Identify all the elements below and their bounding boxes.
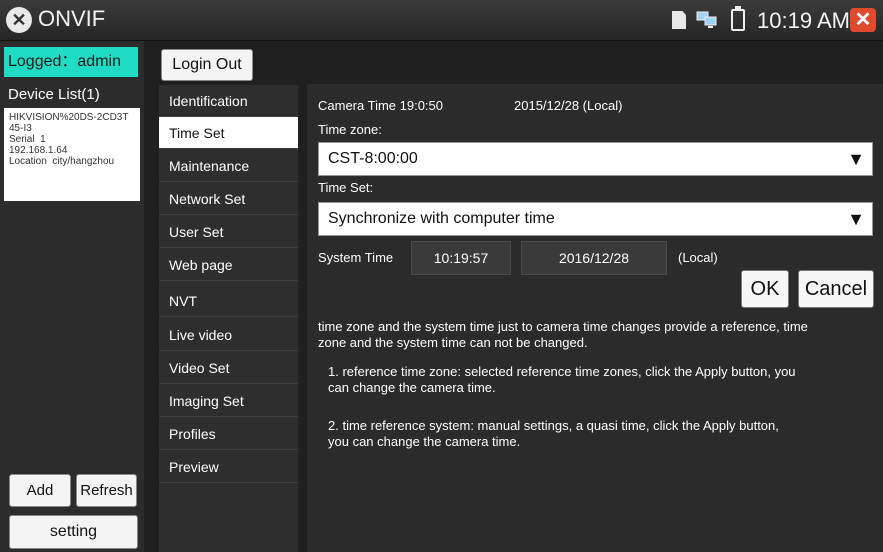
device-list-item[interactable]: HIKVISION%20DS-2CD3T 45-I3 Serial 1 192.… [4,108,140,201]
time-set-panel: Camera Time 19:0:50 2015/12/28 (Local) T… [307,84,883,552]
setting-button[interactable]: setting [9,515,138,549]
system-time-label: System Time [318,250,394,265]
cancel-button[interactable]: Cancel [798,270,874,308]
info-line: 1. reference time zone: selected referen… [328,364,796,379]
device-panel: Logged：admin Device List(1) HIKVISION%20… [0,41,144,552]
time-zone-select[interactable]: CST-8:00:00 ▼ [318,142,873,176]
menu-item-web-page[interactable]: Web page [159,249,298,281]
system-time-field[interactable]: 10:19:57 [411,241,511,275]
sd-card-icon [672,11,686,29]
refresh-button[interactable]: Refresh [76,474,137,507]
system-date-field[interactable]: 2016/12/28 [521,241,667,275]
device-ip: 192.168.1.64 [9,145,68,156]
time-set-label: Time Set: [318,180,374,195]
menu-item-profiles[interactable]: Profiles [159,418,298,450]
status-clock: 10:19 AM [757,8,850,33]
tools-icon: ✕ [6,7,32,33]
device-list-title: Device List(1) [8,86,100,103]
local-label: (Local) [678,250,718,265]
camera-time-label: Camera Time 19:0:50 [318,98,444,113]
dropdown-arrow-icon: ▼ [847,149,865,169]
ok-button[interactable]: OK [741,270,789,308]
info-line: time zone and the system time just to ca… [318,319,808,334]
time-zone-value: CST-8:00:00 [328,150,418,167]
logged-in-badge: Logged：admin [4,47,138,77]
menu-item-live-video[interactable]: Live video [159,319,298,351]
device-name: HIKVISION%20DS-2CD3T [9,112,129,123]
device-location: Location city/hangzhou [9,156,115,167]
menu-item-preview[interactable]: Preview [159,451,298,483]
time-zone-label: Time zone: [318,122,382,137]
info-line: can change the camera time. [328,380,496,395]
menu-item-nvt[interactable]: NVT [159,285,298,317]
battery-icon [731,6,745,31]
menu-item-video-set[interactable]: Video Set [159,352,298,384]
settings-menu: Identification Time Set Maintenance Netw… [159,85,298,552]
menu-item-user-set[interactable]: User Set [159,216,298,248]
title-bar: ✕ ONVIF 10:19 AM ✕ [0,0,883,41]
menu-item-time-set[interactable]: Time Set [159,117,298,149]
close-icon[interactable]: ✕ [850,8,876,32]
camera-date: 2015/12/28 (Local) [514,98,623,113]
info-line: you can change the camera time. [328,434,521,449]
network-icon [696,11,717,28]
login-out-button[interactable]: Login Out [161,49,253,81]
dropdown-arrow-icon: ▼ [847,209,865,229]
info-line: zone and the system time can not be chan… [318,335,588,350]
menu-item-imaging-set[interactable]: Imaging Set [159,385,298,417]
time-set-select[interactable]: Synchronize with computer time ▼ [318,202,873,236]
app-title: ONVIF [38,6,106,31]
menu-item-network-set[interactable]: Network Set [159,183,298,215]
device-name-cont: 45-I3 [9,123,32,134]
time-set-value: Synchronize with computer time [328,210,555,227]
add-button[interactable]: Add [9,474,71,507]
menu-item-identification[interactable]: Identification [159,85,298,117]
device-serial: Serial 1 [9,134,46,145]
menu-item-maintenance[interactable]: Maintenance [159,150,298,182]
info-line: 2. time reference system: manual setting… [328,418,779,433]
